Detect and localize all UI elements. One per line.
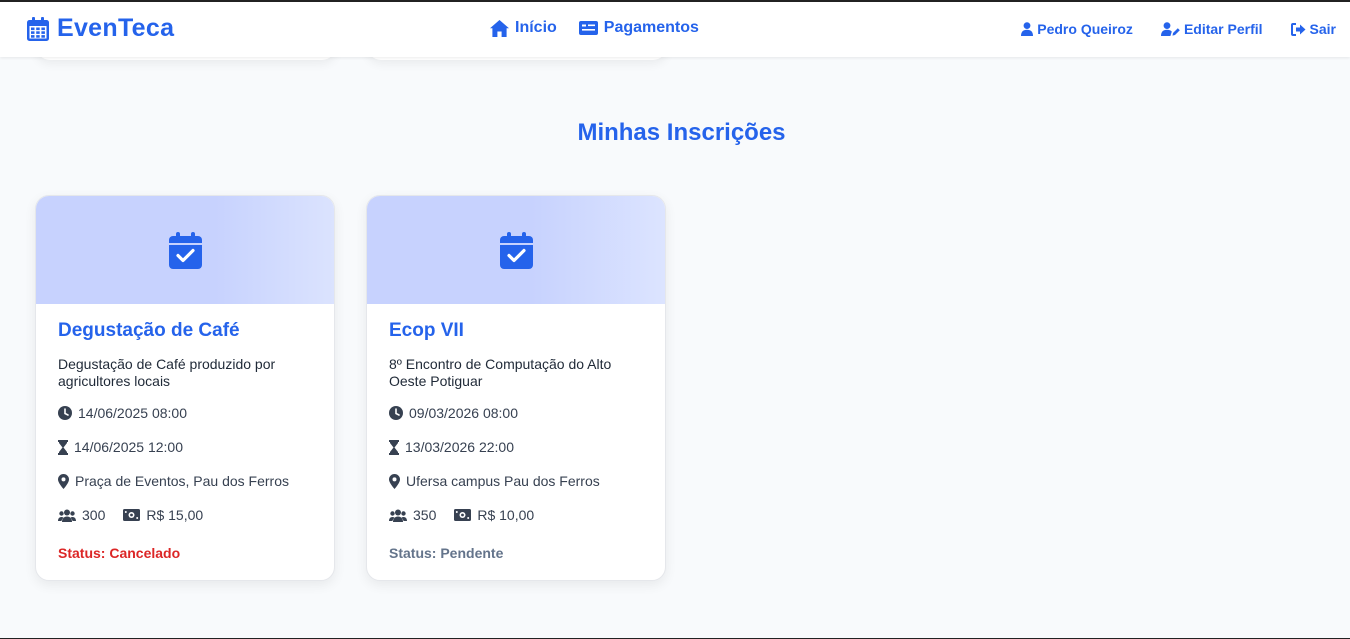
map-pin-icon [389,473,400,489]
brand-logo[interactable]: EvenTeca [27,14,174,43]
nav-payments-label: Pagamentos [603,19,699,36]
event-location: Praça de Eventos, Pau dos Ferros [58,464,312,498]
event-title[interactable]: Ecop VII [389,320,643,342]
event-capacity: 350 [389,507,436,523]
nav-payments-link[interactable]: Pagamentos [578,19,699,37]
logout-label: Sair [1309,21,1336,37]
event-end-text: 14/06/2025 12:00 [74,439,183,455]
event-price: R$ 10,00 [454,507,534,523]
status-badge: Status: Cancelado [58,545,181,561]
money-check-icon [578,21,598,35]
event-end: 14/06/2025 12:00 [58,430,312,464]
sign-out-icon [1290,22,1306,36]
event-meta: 350 R$ 10,00 [389,498,643,532]
calendar-check-icon [168,231,202,269]
edit-profile-label: Editar Perfil [1183,21,1263,37]
event-end: 13/03/2026 22:00 [389,430,643,464]
user-profile-link[interactable]: Pedro Queiroz [1021,21,1133,37]
event-start-text: 14/06/2025 08:00 [78,405,187,421]
money-bill-icon [123,509,141,521]
clock-icon [389,406,403,420]
brand-name: EvenTeca [57,14,175,42]
event-start: 14/06/2025 08:00 [58,396,312,430]
user-icon [1021,22,1034,36]
event-end-text: 13/03/2026 22:00 [405,439,514,455]
user-name: Pedro Queiroz [1037,21,1133,37]
hourglass-icon [389,439,399,455]
nav-home-label: Início [515,19,557,36]
event-price-text: R$ 15,00 [146,507,204,523]
calendar-check-icon [499,231,533,269]
event-location-text: Praça de Eventos, Pau dos Ferros [75,473,289,489]
home-icon [490,19,509,37]
user-nav: Pedro Queiroz Editar Perfil Sair [1021,21,1336,37]
event-location: Ufersa campus Pau dos Ferros [389,464,643,498]
user-pen-icon [1160,22,1180,36]
registration-card[interactable]: Degustação de Café Degustação de Café pr… [35,195,335,581]
edit-profile-link[interactable]: Editar Perfil [1160,21,1263,37]
logout-link[interactable]: Sair [1290,21,1336,37]
event-capacity-text: 350 [413,507,437,523]
event-description: 8º Encontro de Computação do Alto Oeste … [389,356,612,389]
users-icon [389,509,407,522]
users-icon [58,509,76,522]
event-meta: 300 R$ 15,00 [58,498,312,532]
clock-icon [58,406,72,420]
registration-card[interactable]: Ecop VII 8º Encontro de Computação do Al… [366,195,666,581]
nav-home-link[interactable]: Início [490,19,557,37]
event-capacity-text: 300 [82,507,106,523]
event-price-text: R$ 10,00 [477,507,535,523]
money-bill-icon [454,509,472,521]
card-banner [367,196,665,304]
card-banner [36,196,334,304]
status-badge: Status: Pendente [389,545,504,561]
event-start: 09/03/2026 08:00 [389,396,643,430]
event-description: Degustação de Café produzido por agricul… [58,356,276,389]
event-location-text: Ufersa campus Pau dos Ferros [406,473,600,489]
event-title[interactable]: Degustação de Café [58,320,312,342]
event-price: R$ 15,00 [123,507,203,523]
event-start-text: 09/03/2026 08:00 [409,405,518,421]
hourglass-icon [58,439,68,455]
calendar-icon [27,16,49,41]
section-title: Minhas Inscrições [577,119,786,146]
map-pin-icon [58,473,69,489]
event-capacity: 300 [58,507,105,523]
main-nav: Início Pagamentos [490,19,699,37]
top-navbar: EvenTeca Início Pagamentos Pedro Queiroz… [0,2,1350,57]
